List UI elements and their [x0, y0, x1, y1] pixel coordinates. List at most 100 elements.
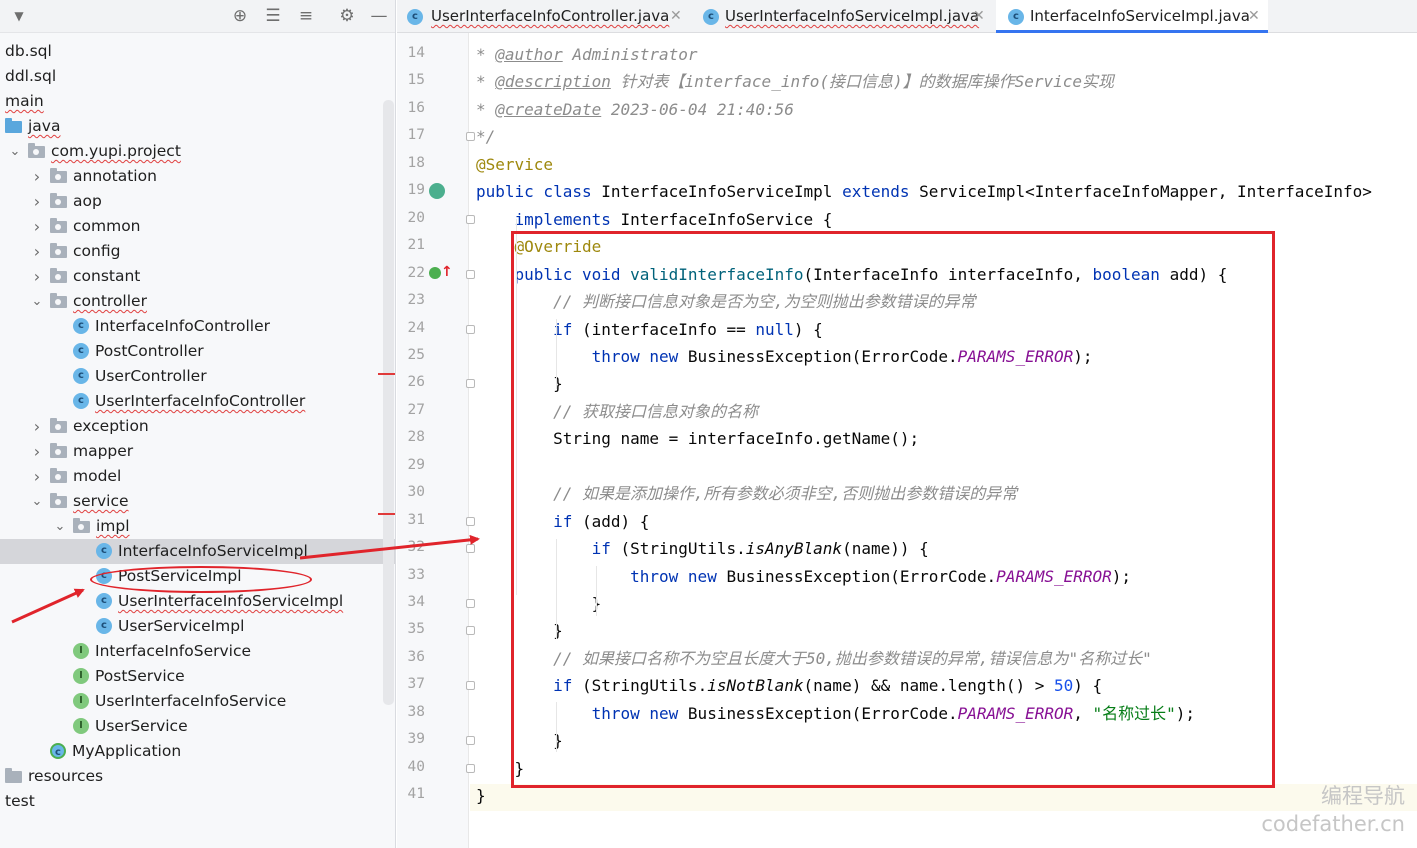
tree-item-label: db.sql: [5, 42, 52, 60]
tree-item-annotation[interactable]: › annotation: [0, 164, 395, 189]
class-icon: c: [73, 318, 89, 334]
tab-interface-info-service-impl[interactable]: c InterfaceInfoServiceImpl.java ✕: [996, 0, 1268, 33]
chevron-right-icon[interactable]: ›: [30, 164, 44, 189]
tree-item-label: impl: [96, 517, 130, 535]
tree-item-interfaceinfoservice[interactable]: I InterfaceInfoService: [0, 639, 395, 664]
gear-icon[interactable]: ⚙: [336, 5, 358, 27]
tree-item-label: controller: [73, 292, 147, 310]
tree-item-userinterfaceinfocontroller[interactable]: c UserInterfaceInfoController: [0, 389, 395, 414]
tree-item-userservice[interactable]: I UserService: [0, 714, 395, 739]
package-dot: [55, 249, 61, 255]
tree-item-test[interactable]: test: [0, 789, 395, 814]
tree-item-aop[interactable]: › aop: [0, 189, 395, 214]
override-gutter-icon[interactable]: [429, 267, 441, 279]
sidebar-scrollbar[interactable]: [383, 100, 394, 705]
chevron-right-icon[interactable]: ›: [30, 214, 44, 239]
line-number: 39: [407, 731, 425, 748]
code-line: implements InterfaceInfoService {: [476, 206, 833, 233]
chevron-right-icon[interactable]: ›: [30, 464, 44, 489]
tree-item-userserviceimpl[interactable]: c UserServiceImpl: [0, 614, 395, 639]
tab-user-interface-info-service-impl[interactable]: c UserInterfaceInfoServiceImpl.java ✕: [693, 0, 993, 33]
tree-item-label: config: [73, 242, 121, 260]
tree-item-usercontroller[interactable]: c UserController: [0, 364, 395, 389]
tree-item-label: InterfaceInfoService: [95, 642, 252, 660]
code-line: * @author Administrator: [476, 41, 698, 68]
tree-item-userinterfaceinfoservice[interactable]: I UserInterfaceInfoService: [0, 689, 395, 714]
tree-item-interfaceinfoserviceimpl[interactable]: c InterfaceInfoServiceImpl: [0, 539, 395, 564]
watermark-url: codefather.cn: [1261, 812, 1405, 836]
scroll-marker: [378, 513, 395, 515]
package-icon: [50, 468, 67, 483]
tree-item-service[interactable]: ⌄ service: [0, 489, 395, 514]
tree-item-main[interactable]: main: [0, 89, 395, 114]
implements-gutter-icon[interactable]: [429, 183, 445, 199]
line-number: 16: [407, 99, 425, 116]
close-icon[interactable]: ✕: [670, 0, 682, 33]
expand-all-icon[interactable]: ☰: [262, 5, 284, 27]
tree-item-exception[interactable]: › exception: [0, 414, 395, 439]
package-icon: [73, 518, 90, 533]
class-icon: c: [96, 618, 112, 634]
chevron-down-icon[interactable]: ⌄: [30, 289, 44, 314]
chevron-right-icon[interactable]: ›: [30, 439, 44, 464]
tab-user-interface-info-controller[interactable]: c UserInterfaceInfoController.java ✕: [397, 0, 690, 33]
package-icon: [50, 243, 67, 258]
watermark-title: 编程导航: [1321, 784, 1405, 808]
interface-icon: I: [73, 668, 89, 684]
tab-label: UserInterfaceInfoServiceImpl.java: [725, 7, 980, 25]
locate-icon[interactable]: ⊕: [229, 5, 251, 27]
tree-item-model[interactable]: › model: [0, 464, 395, 489]
tree-item-db-sql[interactable]: db.sql: [0, 39, 395, 64]
tree-item-resources[interactable]: resources: [0, 764, 395, 789]
line-number: 37: [407, 676, 425, 693]
package-icon: [50, 418, 67, 433]
code-line: @Service: [476, 151, 553, 178]
code-token: InterfaceInfoServiceImpl: [601, 182, 843, 202]
tree-item-com-yupi-project[interactable]: ⌄ com.yupi.project: [0, 139, 395, 164]
line-number: 15: [407, 72, 425, 89]
chevron-right-icon[interactable]: ›: [30, 239, 44, 264]
chevron-right-icon[interactable]: ›: [30, 264, 44, 289]
chevron-down-icon[interactable]: ⌄: [53, 514, 67, 539]
minimize-icon[interactable]: —: [368, 5, 390, 27]
tree-item-label: InterfaceInfoServiceImpl: [118, 542, 308, 560]
tree-item-interfaceinfocontroller[interactable]: c InterfaceInfoController: [0, 314, 395, 339]
code-line: public class InterfaceInfoServiceImpl ex…: [476, 178, 1372, 205]
dropdown-chevron-icon[interactable]: ▼: [8, 5, 30, 27]
tree-item-constant[interactable]: › constant: [0, 264, 395, 289]
close-icon[interactable]: ✕: [1248, 0, 1260, 33]
interface-icon: I: [73, 693, 89, 709]
tree-item-config[interactable]: › config: [0, 239, 395, 264]
tree-item-controller[interactable]: ⌄ controller: [0, 289, 395, 314]
chevron-down-icon[interactable]: ⌄: [8, 139, 22, 164]
tree-item-postservice[interactable]: I PostService: [0, 664, 395, 689]
line-number: 38: [407, 703, 425, 720]
chevron-down-icon[interactable]: ⌄: [30, 489, 44, 514]
class-icon: c: [73, 343, 89, 359]
close-icon[interactable]: ✕: [973, 0, 985, 33]
tab-label: UserInterfaceInfoController.java: [431, 7, 670, 25]
tree-item-label: model: [73, 467, 122, 485]
tree-item-java[interactable]: java: [0, 114, 395, 139]
chevron-right-icon[interactable]: ›: [30, 189, 44, 214]
tree-item-ddl-sql[interactable]: ddl.sql: [0, 64, 395, 89]
tree-item-label: main: [5, 92, 44, 110]
tree-item-myapplication[interactable]: c MyApplication: [0, 739, 395, 764]
collapse-all-icon[interactable]: ≡: [295, 5, 317, 27]
tree-item-mapper[interactable]: › mapper: [0, 439, 395, 464]
code-token: implements: [514, 209, 621, 229]
tree-item-label: constant: [73, 267, 141, 285]
tree-item-label: UserServiceImpl: [118, 617, 245, 635]
code-token: @author: [495, 45, 563, 64]
tree-item-label: common: [73, 217, 141, 235]
tree-item-postcontroller[interactable]: c PostController: [0, 339, 395, 364]
chevron-right-icon[interactable]: ›: [30, 414, 44, 439]
tree-item-common[interactable]: › common: [0, 214, 395, 239]
code-line: */: [476, 123, 495, 150]
tree-item-label: resources: [28, 767, 104, 785]
code-line: * @description 针对表【interface_info(接口信息)】…: [476, 68, 1114, 95]
tree-item-label: UserInterfaceInfoServiceImpl: [118, 592, 344, 610]
tree-item-impl[interactable]: ⌄ impl: [0, 514, 395, 539]
